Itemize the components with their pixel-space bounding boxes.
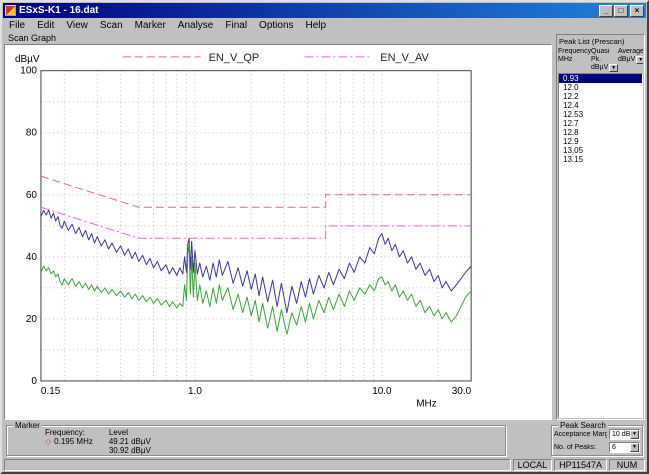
limit-line-EN_V_AV bbox=[41, 207, 471, 238]
column-frequency-label: Frequency bbox=[558, 48, 591, 56]
marker-level-label: Level bbox=[109, 429, 151, 438]
column-average-unit: dBµV bbox=[618, 56, 635, 64]
num-peaks-select[interactable]: 6 ▼ bbox=[609, 442, 640, 453]
chart-grid bbox=[41, 71, 471, 381]
client-area: Scan Graph dBµVMHz0204060801000.151.010.… bbox=[2, 32, 647, 420]
window-title: ESxS-K1 - 16.dat bbox=[19, 5, 598, 16]
peak-list-row[interactable]: 0.93 bbox=[559, 74, 642, 83]
column-average-label: Average bbox=[618, 48, 643, 56]
svg-text:80: 80 bbox=[26, 128, 38, 139]
scan-graph-chart[interactable]: dBµV MHz 0 20 40 60 80 100 0.15 1.0 10.0 30.0 EN_V_Q… bbox=[5, 45, 551, 419]
peak-list-row[interactable]: 12.8 bbox=[559, 128, 642, 137]
column-quasipk-label: Quasi Pk. bbox=[591, 48, 618, 64]
peak-list-header: Frequency MHz Quasi Pk. dBµV ▼ Average bbox=[558, 48, 643, 73]
peak-search-panel-label: Peak Search bbox=[558, 421, 608, 430]
peak-list-row[interactable]: 12.9 bbox=[559, 137, 642, 146]
menu-bar: FileEditViewScanMarkerAnalyseFinalOption… bbox=[2, 18, 647, 32]
legend-label-EN_V_AV: EN_V_AV bbox=[380, 52, 429, 64]
menu-options[interactable]: Options bbox=[253, 19, 299, 32]
marker-level-average-value: 30.92 dBµV bbox=[109, 447, 151, 456]
svg-text:20: 20 bbox=[26, 314, 38, 325]
svg-text:10.0: 10.0 bbox=[372, 386, 392, 397]
app-window: ESxS-K1 - 16.dat _ □ × FileEditViewScanM… bbox=[0, 0, 649, 474]
peak-list-rows: 0.9312.012.212.412.5312.712.812.913.0513… bbox=[558, 73, 643, 418]
chart-legend: EN_V_QP EN_V_AV bbox=[123, 52, 430, 64]
title-bar: ESxS-K1 - 16.dat _ □ × bbox=[3, 3, 646, 18]
peak-list-row[interactable]: 12.0 bbox=[559, 83, 642, 92]
app-icon bbox=[5, 5, 16, 16]
column-quasipk-unit: dBµV bbox=[591, 64, 608, 72]
acceptance-margin-label: Acceptance Margin: bbox=[554, 431, 607, 438]
limit-line-EN_V_QP bbox=[41, 176, 471, 207]
menu-file[interactable]: File bbox=[3, 19, 31, 32]
peak-list-title: Peak List (Prescan) bbox=[558, 36, 643, 48]
peak-search-panel: Peak Search Acceptance Margin: 10 dB ▼ N… bbox=[551, 425, 643, 457]
peak-list-row[interactable]: 12.7 bbox=[559, 119, 642, 128]
svg-text:30.0: 30.0 bbox=[452, 386, 472, 397]
menu-final[interactable]: Final bbox=[219, 19, 253, 32]
marker-frequency-value: 0.195 MHz bbox=[54, 437, 93, 446]
peak-list-row[interactable]: 12.53 bbox=[559, 110, 642, 119]
status-local: LOCAL bbox=[513, 459, 553, 471]
status-num: NUM bbox=[609, 459, 645, 471]
peak-list-row[interactable]: 12.2 bbox=[559, 92, 642, 101]
svg-text:0: 0 bbox=[31, 376, 37, 387]
peak-list-row[interactable]: 13.05 bbox=[559, 146, 642, 155]
peak-list-row[interactable]: 13.15 bbox=[559, 155, 642, 164]
marker-diamond-icon: ◇ bbox=[45, 437, 51, 446]
menu-edit[interactable]: Edit bbox=[31, 19, 60, 32]
scan-graph-title: Scan Graph bbox=[4, 32, 552, 44]
svg-text:40: 40 bbox=[26, 252, 38, 263]
bottom-panels: Marker Frequency: ◇0.195 MHz Level 49.21… bbox=[2, 420, 647, 459]
svg-text:60: 60 bbox=[26, 190, 38, 201]
status-message-area bbox=[4, 459, 511, 471]
acceptance-margin-value: 10 dB bbox=[610, 430, 630, 439]
svg-text:100: 100 bbox=[20, 66, 37, 77]
right-column: Peak List (Prescan) Frequency MHz Quasi … bbox=[556, 32, 645, 420]
x-axis-unit: MHz bbox=[416, 399, 437, 410]
marker-panel: Marker Frequency: ◇0.195 MHz Level 49.21… bbox=[6, 425, 506, 457]
maximize-button[interactable]: □ bbox=[614, 5, 628, 17]
num-peaks-value: 6 bbox=[610, 443, 630, 452]
trace-average bbox=[41, 244, 471, 334]
marker-panel-label: Marker bbox=[13, 421, 42, 430]
menu-scan[interactable]: Scan bbox=[94, 19, 129, 32]
peak-list-row[interactable]: 12.4 bbox=[559, 101, 642, 110]
average-unit-dropdown-icon[interactable]: ▼ bbox=[636, 56, 643, 64]
marker-frequency-label: Frequency: bbox=[45, 429, 93, 438]
svg-text:1.0: 1.0 bbox=[188, 386, 202, 397]
quasipk-unit-dropdown-icon[interactable]: ▼ bbox=[609, 64, 618, 72]
y-axis-unit: dBµV bbox=[15, 54, 40, 65]
menu-marker[interactable]: Marker bbox=[129, 19, 172, 32]
menu-view[interactable]: View bbox=[60, 19, 94, 32]
legend-label-EN_V_QP: EN_V_QP bbox=[209, 52, 260, 64]
status-hp11547a: HP11547A bbox=[554, 459, 607, 471]
column-frequency-unit: MHz bbox=[558, 56, 591, 64]
scan-graph-window: Scan Graph dBµV MHz 0 20 40 60 80 100 0.15 1.0 10.… bbox=[4, 32, 552, 420]
peak-list-panel: Peak List (Prescan) Frequency MHz Quasi … bbox=[556, 34, 645, 420]
chevron-down-icon[interactable]: ▼ bbox=[630, 430, 639, 439]
menu-help[interactable]: Help bbox=[300, 19, 333, 32]
minimize-button[interactable]: _ bbox=[599, 5, 613, 17]
acceptance-margin-select[interactable]: 10 dB ▼ bbox=[609, 429, 640, 440]
chevron-down-icon[interactable]: ▼ bbox=[630, 443, 639, 452]
num-peaks-label: No. of Peaks: bbox=[554, 444, 607, 451]
status-bar: LOCALHP11547ANUM bbox=[2, 458, 647, 472]
menu-analyse[interactable]: Analyse bbox=[172, 19, 220, 32]
y-tick-labels: 0 20 40 60 80 100 bbox=[20, 66, 37, 387]
close-button[interactable]: × bbox=[630, 5, 644, 17]
x-tick-labels: 0.15 1.0 10.0 30.0 bbox=[41, 386, 472, 397]
scan-graph-panel: dBµV MHz 0 20 40 60 80 100 0.15 1.0 10.0 30.0 EN_V_Q… bbox=[4, 44, 552, 420]
svg-text:0.15: 0.15 bbox=[41, 386, 61, 397]
